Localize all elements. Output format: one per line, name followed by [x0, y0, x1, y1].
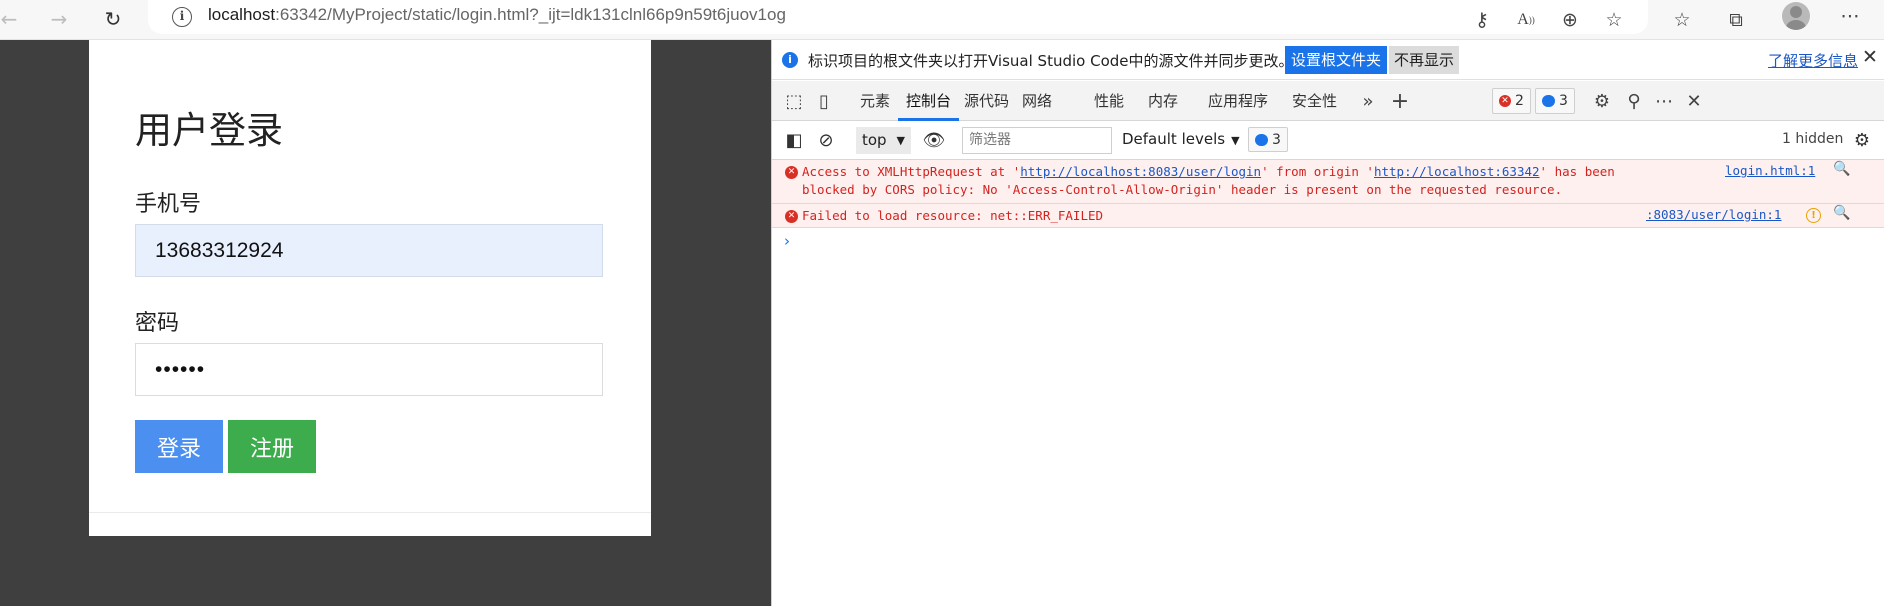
tab-console[interactable]: 控制台	[897, 81, 960, 121]
login-card: 用户登录 手机号 13683312924 密码 •••••• 登录 注册	[89, 40, 651, 536]
tab-sources[interactable]: 源代码	[964, 81, 1009, 121]
message-icon	[1542, 95, 1555, 107]
log-levels-label: Default levels	[1122, 130, 1226, 148]
caret-down-icon: ▼	[1231, 134, 1240, 147]
console-settings-icon[interactable]: ⚙	[1850, 128, 1874, 152]
register-button[interactable]: 注册	[228, 420, 316, 473]
tab-performance[interactable]: 性能	[1094, 81, 1124, 121]
search-icon[interactable]: 🔍	[1833, 205, 1850, 221]
source-link[interactable]: login.html:1	[1725, 163, 1815, 178]
tab-memory[interactable]: 内存	[1148, 81, 1178, 121]
console-message: Failed to load resource: net::ERR_FAILED	[802, 208, 1104, 223]
login-button[interactable]: 登录	[135, 420, 223, 473]
context-selector[interactable]: top ▼	[856, 127, 911, 154]
back-icon[interactable]: ←	[0, 4, 24, 34]
site-info-icon[interactable]: i	[172, 7, 192, 27]
message-count-badge[interactable]: 3	[1535, 88, 1575, 114]
inspect-element-icon[interactable]: ⬚	[782, 89, 806, 113]
request-url-link[interactable]: http://localhost:8083/user/login	[1020, 164, 1261, 179]
console-error-row: ✕ Failed to load resource: net::ERR_FAIL…	[772, 204, 1884, 228]
message-text: blocked by CORS policy: No 'Access-Contr…	[802, 182, 1563, 197]
info-circle-icon[interactable]: !	[1806, 208, 1821, 223]
refresh-icon[interactable]: ↻	[98, 4, 128, 34]
more-options-icon[interactable]: ⋯	[1652, 89, 1676, 113]
more-tabs-icon[interactable]: »	[1356, 89, 1380, 113]
console-message: Access to XMLHttpRequest at 'http://loca…	[802, 163, 1615, 199]
key-icon[interactable]: ⚷	[1468, 6, 1496, 34]
tab-application[interactable]: 应用程序	[1208, 81, 1268, 121]
error-count: 2	[1515, 93, 1524, 109]
collections-icon[interactable]: ⧉	[1722, 6, 1750, 34]
levels-message-count: 3	[1272, 131, 1281, 148]
error-icon: ✕	[1499, 95, 1511, 107]
levels-message-badge[interactable]: 3	[1248, 127, 1288, 152]
phone-label: 手机号	[135, 192, 202, 217]
browser-toolbar: ← → ↻ i localhost:63342/MyProject/static…	[0, 0, 1884, 40]
card-divider	[89, 512, 651, 513]
context-value: top	[862, 131, 887, 149]
read-aloud-icon[interactable]: A))	[1512, 6, 1540, 34]
close-icon[interactable]: ✕	[1862, 46, 1878, 68]
tab-elements[interactable]: 元素	[860, 81, 890, 121]
clear-console-icon[interactable]: ⊘	[814, 128, 838, 152]
console-prompt-chevron-icon[interactable]: ›	[784, 232, 790, 250]
error-icon: ✕	[785, 166, 798, 179]
password-input[interactable]: ••••••	[135, 343, 603, 396]
url-path: :63342/MyProject/static/login.html?_ijt=…	[275, 5, 786, 24]
log-levels-dropdown[interactable]: Default levels ▼	[1122, 130, 1240, 148]
message-icon	[1255, 133, 1268, 146]
console-error-row: ✕ Access to XMLHttpRequest at 'http://lo…	[772, 160, 1884, 204]
caret-down-icon: ▼	[896, 134, 905, 147]
close-devtools-icon[interactable]: ✕	[1682, 89, 1706, 113]
password-label: 密码	[135, 311, 180, 336]
device-toolbar-icon[interactable]: ▯	[812, 89, 836, 113]
learn-more-link[interactable]: 了解更多信息	[1768, 50, 1858, 71]
tab-security[interactable]: 安全性	[1292, 81, 1337, 121]
customize-icon[interactable]: ⚲	[1622, 89, 1646, 113]
dont-show-again-button[interactable]: 不再显示	[1389, 46, 1460, 74]
message-text: Access to XMLHttpRequest at '	[802, 164, 1021, 179]
add-tab-icon[interactable]: +	[1388, 89, 1412, 114]
page-viewport: 用户登录 手机号 13683312924 密码 •••••• 登录 注册	[0, 40, 771, 606]
zoom-icon[interactable]: ⊕	[1556, 6, 1584, 34]
notice-message: 标识项目的根文件夹以打开Visual Studio Code中的源文件并同步更改…	[808, 52, 1294, 70]
message-count: 3	[1559, 93, 1568, 109]
tab-network[interactable]: 网络	[1022, 81, 1052, 121]
set-root-folder-button[interactable]: 设置根文件夹	[1285, 46, 1388, 74]
url-text[interactable]: localhost:63342/MyProject/static/login.h…	[208, 5, 786, 25]
profile-avatar[interactable]	[1782, 2, 1810, 30]
console-toolbar: ◧ ⊘ top ▼ 👁 筛选器 Default levels ▼ 3 1 hidd…	[772, 121, 1884, 160]
forward-icon[interactable]: →	[44, 4, 74, 34]
error-icon: ✕	[785, 210, 798, 223]
url-host: localhost	[208, 5, 276, 24]
settings-gear-icon[interactable]: ⚙	[1590, 89, 1614, 113]
favorite-add-icon[interactable]: ☆	[1600, 6, 1628, 34]
search-icon[interactable]: 🔍	[1833, 161, 1850, 177]
devtools-notice-bar: i 标识项目的根文件夹以打开Visual Studio Code中的源文件并同步…	[772, 40, 1884, 80]
devtools-tab-bar: ⬚ ▯ 元素 控制台 源代码 网络 性能 内存 应用程序 安全性 » + ✕ 2…	[772, 81, 1884, 121]
hidden-count[interactable]: 1 hidden	[1782, 131, 1843, 147]
address-bar[interactable]: i localhost:63342/MyProject/static/login…	[148, 0, 1648, 34]
origin-url-link[interactable]: http://localhost:63342	[1374, 164, 1540, 179]
message-text: ' from origin '	[1261, 164, 1374, 179]
sidebar-toggle-icon[interactable]: ◧	[782, 128, 806, 152]
message-text: ' has been	[1539, 164, 1615, 179]
source-link[interactable]: :8083/user/login:1	[1646, 207, 1781, 222]
more-menu-icon[interactable]: ⋯	[1836, 2, 1864, 30]
live-expression-eye-icon[interactable]: 👁	[922, 128, 946, 152]
favorites-icon[interactable]: ☆	[1668, 6, 1696, 34]
console-filter-input[interactable]: 筛选器	[962, 127, 1112, 154]
phone-input[interactable]: 13683312924	[135, 224, 603, 277]
info-icon: i	[782, 52, 798, 68]
devtools-panel: i 标识项目的根文件夹以打开Visual Studio Code中的源文件并同步…	[771, 40, 1884, 606]
error-count-badge[interactable]: ✕ 2	[1492, 88, 1531, 114]
login-title: 用户登录	[135, 109, 283, 152]
